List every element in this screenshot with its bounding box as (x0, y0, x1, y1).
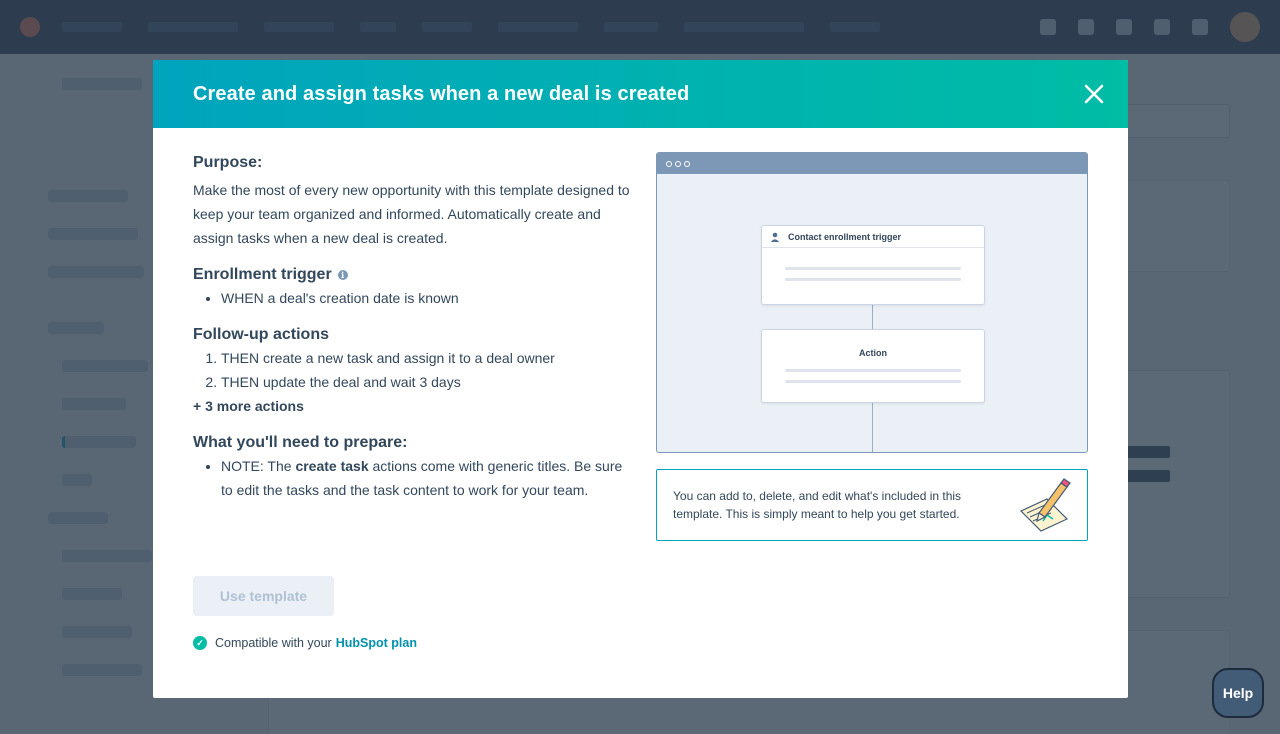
placeholder-line (785, 369, 961, 372)
list-item: THEN create a new task and assign it to … (221, 346, 633, 370)
list-item: THEN update the deal and wait 3 days (221, 370, 633, 394)
purpose-text: Make the most of every new opportunity w… (193, 182, 630, 246)
note-text: You can add to, delete, and edit what's … (673, 489, 962, 521)
pencil-paper-icon (1019, 478, 1071, 532)
placeholder-line (785, 278, 961, 281)
prepare-heading: What you'll need to prepare: (193, 434, 408, 451)
placeholder-line (785, 380, 961, 383)
compat-text: Compatible with your (215, 636, 332, 650)
note-prefix: NOTE: The (221, 458, 292, 474)
action-card: Action (761, 329, 985, 403)
window-dot-icon (666, 160, 672, 167)
window-dot-icon (675, 160, 681, 167)
workflow-connector (872, 403, 873, 452)
list-item: WHEN a deal's creation date is known (221, 286, 633, 310)
enrollment-list: WHEN a deal's creation date is known (193, 286, 633, 310)
enrollment-heading-label: Enrollment trigger (193, 266, 332, 283)
help-button[interactable]: Help (1212, 668, 1264, 718)
person-icon (770, 232, 780, 242)
template-description: Purpose: Make the most of every new oppo… (193, 152, 633, 502)
template-note: You can add to, delete, and edit what's … (656, 469, 1088, 541)
more-actions-link[interactable]: + 3 more actions (193, 394, 633, 418)
followup-list: THEN create a new task and assign it to … (193, 346, 633, 394)
enrollment-heading: Enrollment trigger i (193, 264, 633, 286)
hubspot-plan-link[interactable]: HubSpot plan (336, 636, 417, 650)
followup-heading: Follow-up actions (193, 326, 329, 343)
prepare-list: NOTE: The create task actions come with … (193, 454, 633, 502)
modal-title: Create and assign tasks when a new deal … (193, 82, 690, 105)
list-item: NOTE: The create task actions come with … (221, 454, 633, 502)
use-template-button[interactable]: Use template (193, 576, 334, 616)
preview-window-bar (657, 153, 1087, 174)
note-strong: create task (295, 458, 369, 474)
trigger-label: Contact enrollment trigger (788, 231, 902, 242)
template-modal: Create and assign tasks when a new deal … (153, 60, 1128, 698)
workflow-connector (872, 305, 873, 329)
close-icon[interactable] (1082, 82, 1106, 106)
action-label: Action (859, 348, 887, 358)
window-dot-icon (684, 160, 690, 167)
placeholder-line (785, 267, 961, 270)
compatibility-status: ✓ Compatible with your HubSpot plan (193, 636, 417, 650)
modal-header: Create and assign tasks when a new deal … (153, 60, 1128, 128)
check-circle-icon: ✓ (193, 636, 207, 650)
workflow-preview: Contact enrollment trigger Action (656, 152, 1088, 453)
trigger-card: Contact enrollment trigger (761, 225, 985, 305)
trigger-card-header: Contact enrollment trigger (762, 226, 984, 248)
info-icon[interactable]: i (337, 269, 348, 280)
purpose-heading: Purpose: (193, 154, 263, 171)
